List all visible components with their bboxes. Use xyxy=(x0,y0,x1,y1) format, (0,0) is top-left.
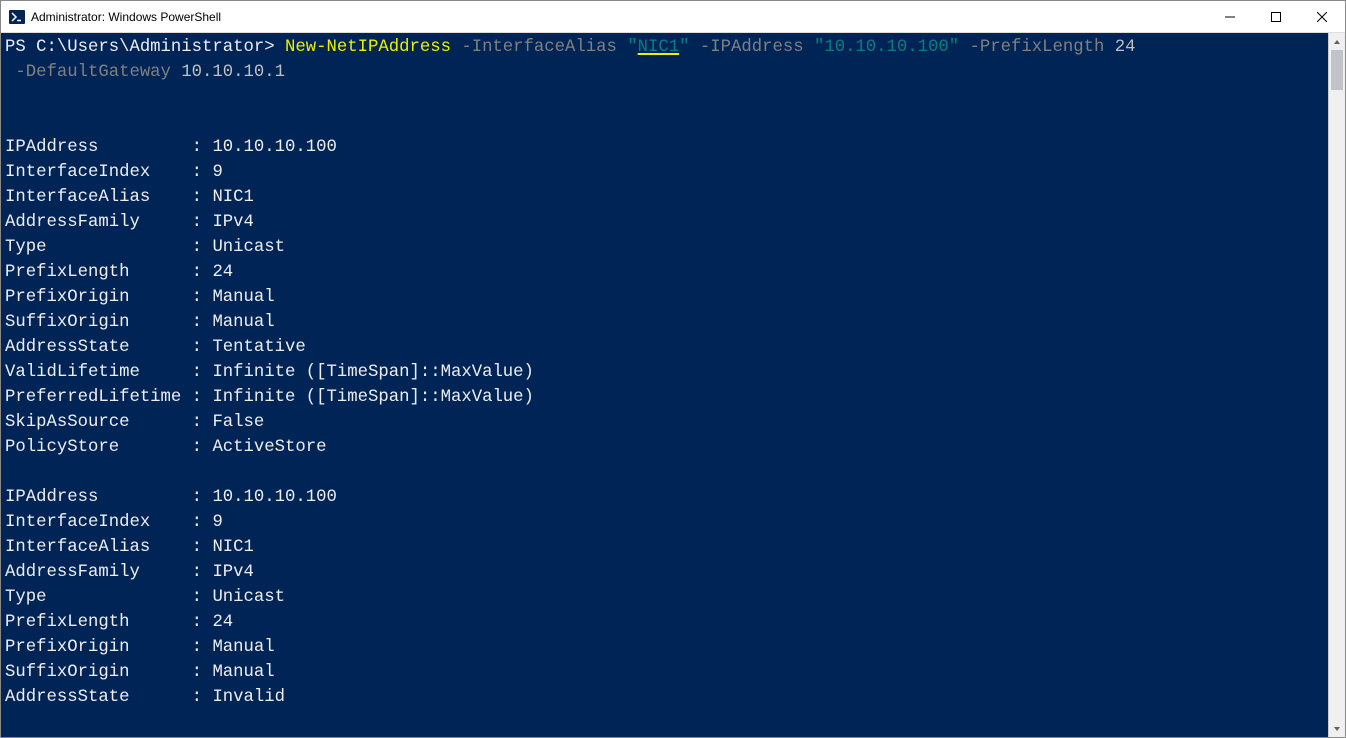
quote-close: " xyxy=(679,38,689,57)
out-row: InterfaceAlias : NIC1 xyxy=(5,538,254,557)
out-row: AddressState : Tentative xyxy=(5,338,306,357)
out-row: AddressFamily : IPv4 xyxy=(5,213,254,232)
terminal-area: PS C:\Users\Administrator> New-NetIPAddr… xyxy=(1,33,1345,737)
vertical-scrollbar[interactable] xyxy=(1328,33,1345,737)
param-interfacealias: -InterfaceAlias xyxy=(451,38,627,57)
param-ipaddress: -IPAddress xyxy=(690,38,814,57)
scroll-thumb[interactable] xyxy=(1331,50,1343,90)
scroll-track[interactable] xyxy=(1329,50,1345,720)
out-row: PrefixLength : 24 xyxy=(5,263,233,282)
out-row: IPAddress : 10.10.10.100 xyxy=(5,488,337,507)
titlebar[interactable]: Administrator: Windows PowerShell xyxy=(1,1,1345,33)
out-row: Type : Unicast xyxy=(5,238,285,257)
powershell-window: Administrator: Windows PowerShell PS C:\… xyxy=(0,0,1346,738)
minimize-button[interactable] xyxy=(1207,1,1253,32)
out-row: AddressState : Invalid xyxy=(5,688,285,707)
powershell-icon xyxy=(9,9,25,25)
close-button[interactable] xyxy=(1299,1,1345,32)
out-row: IPAddress : 10.10.10.100 xyxy=(5,138,337,157)
out-row: PreferredLifetime : Infinite ([TimeSpan]… xyxy=(5,388,534,407)
maximize-button[interactable] xyxy=(1253,1,1299,32)
terminal-content[interactable]: PS C:\Users\Administrator> New-NetIPAddr… xyxy=(1,33,1328,737)
cmdlet-name: New-NetIPAddress xyxy=(285,38,451,57)
param-defaultgateway: -DefaultGateway xyxy=(5,63,181,82)
out-row: SuffixOrigin : Manual xyxy=(5,313,275,332)
out-row: AddressFamily : IPv4 xyxy=(5,563,254,582)
defaultgateway-value: 10.10.10.1 xyxy=(181,63,285,82)
window-controls xyxy=(1207,1,1345,32)
out-row: InterfaceIndex : 9 xyxy=(5,513,223,532)
out-row: InterfaceAlias : NIC1 xyxy=(5,188,254,207)
prefixlength-value: 24 xyxy=(1115,38,1136,57)
nic1-value: NIC1 xyxy=(638,38,679,57)
prompt-prefix: PS C:\Users\Administrator> xyxy=(5,38,285,57)
param-prefixlength: -PrefixLength xyxy=(959,38,1115,57)
out-row: Type : Unicast xyxy=(5,588,285,607)
out-row: PrefixLength : 24 xyxy=(5,613,233,632)
out-row: ValidLifetime : Infinite ([TimeSpan]::Ma… xyxy=(5,363,534,382)
scroll-up-arrow[interactable] xyxy=(1329,33,1345,50)
scroll-down-arrow[interactable] xyxy=(1329,720,1345,737)
ipaddress-value: "10.10.10.100" xyxy=(814,38,959,57)
window-title: Administrator: Windows PowerShell xyxy=(31,10,1207,24)
out-row: InterfaceIndex : 9 xyxy=(5,163,223,182)
out-row: PolicyStore : ActiveStore xyxy=(5,438,327,457)
out-row: PrefixOrigin : Manual xyxy=(5,638,275,657)
out-row: PrefixOrigin : Manual xyxy=(5,288,275,307)
out-row: SuffixOrigin : Manual xyxy=(5,663,275,682)
out-row: SkipAsSource : False xyxy=(5,413,264,432)
quote-open: " xyxy=(627,38,637,57)
